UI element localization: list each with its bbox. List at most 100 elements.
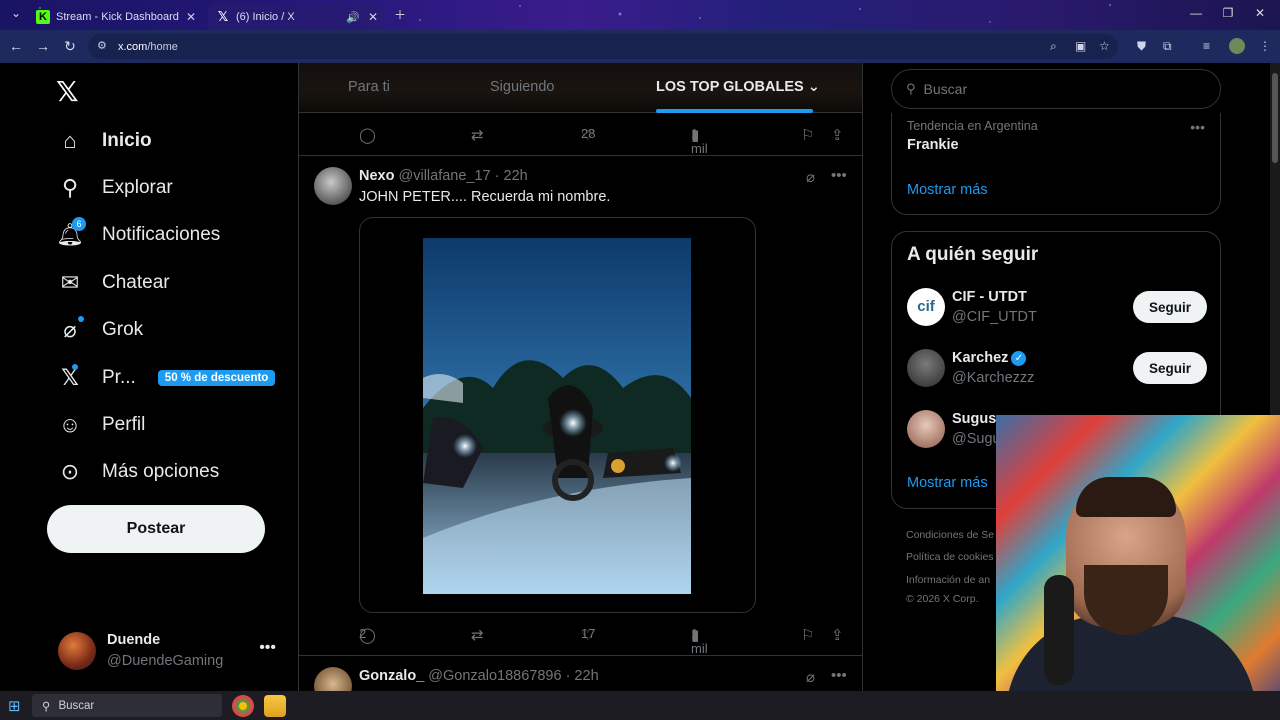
more-circle-icon: ⊙ (60, 459, 80, 484)
taskbar-search[interactable]: ⚲ Buscar (32, 694, 222, 717)
follow-button[interactable]: Seguir (1133, 291, 1207, 323)
tweet-text: JOHN PETER.... Recuerda mi nombre. (359, 189, 611, 205)
tab-top-global[interactable]: LOS TOP GLOBALES ⌄ (656, 79, 820, 95)
minimize-icon[interactable]: — (1186, 6, 1206, 20)
timeline: Para ti Siguiendo LOS TOP GLOBALES ⌄ ◯ ⇄… (298, 63, 863, 691)
suggestion-name-row: Karchez ✓ (952, 350, 1027, 366)
media-control-icon[interactable]: ≡ (1203, 39, 1210, 53)
bookmark-star-icon[interactable]: ☆ (1099, 39, 1110, 53)
suggestion-name: Sugus (952, 411, 997, 427)
audio-playing-icon[interactable]: 🔊 (346, 11, 360, 24)
tweet-actions: ◯ 2 ⇄ ♡ 17 ▮ 1 mil ⚐ ⇪ (359, 626, 844, 656)
forward-icon[interactable]: → (29, 38, 57, 54)
nav-item-explore[interactable]: ⚲ Explorar (56, 170, 173, 206)
extensions-icon[interactable]: ⧉ (1163, 39, 1172, 54)
tab-for-you[interactable]: Para ti (348, 79, 390, 95)
search-icon: ⚲ (906, 81, 916, 96)
author-name[interactable]: Gonzalo_ (359, 668, 424, 684)
tweet-header: Nexo @villafane_17 · 22h (359, 168, 528, 184)
footer-link-ads-info[interactable]: Información de an (906, 574, 990, 586)
trend-meta: Tendencia en Argentina (907, 119, 1038, 133)
nav-item-profile[interactable]: ☺ Perfil (56, 407, 146, 443)
follow-button[interactable]: Seguir (1133, 352, 1207, 384)
search-icon: ⚲ (61, 175, 79, 200)
file-explorer-icon[interactable] (264, 695, 286, 717)
card-title: A quién seguir (907, 244, 1039, 265)
search-input[interactable]: ⚲ Buscar (891, 69, 1221, 109)
author-handle[interactable]: @Gonzalo18867896 (428, 668, 561, 684)
left-sidebar: 𝕏 ⌂ Inicio ⚲ Explorar 🔔︎ 6 Notificaciones… (0, 63, 298, 691)
tweet-media[interactable] (359, 217, 756, 613)
nav-item-notifications[interactable]: 🔔︎ 6 Notificaciones (56, 217, 220, 253)
nav-label: Grok (102, 319, 144, 340)
site-info-icon[interactable]: ⚙ (97, 39, 107, 52)
footer-link-terms[interactable]: Condiciones de Se (906, 529, 994, 541)
x-logo-icon[interactable]: 𝕏 (56, 77, 86, 107)
nav-item-chat[interactable]: ✉ Chatear (56, 265, 170, 301)
search-icon: ⚲ (42, 700, 51, 713)
discount-badge[interactable]: 50 % de descuento (157, 370, 276, 386)
nav-item-grok[interactable]: ⌀ Grok (56, 312, 143, 348)
avatar[interactable] (314, 667, 352, 691)
zoom-icon[interactable]: ⌕ (1050, 39, 1057, 54)
tweet-time[interactable]: · 22h (566, 668, 599, 684)
follow-suggestion[interactable]: Karchez ✓ @Karchezzz Seguir (907, 348, 1207, 390)
suggestion-handle: @Karchezzz (952, 370, 1035, 386)
tweet-time[interactable]: · 22h (495, 168, 528, 184)
url-field[interactable]: ⚙ x.com/home (88, 34, 1118, 59)
show-more-link[interactable]: Mostrar más (907, 182, 988, 198)
footer-link-cookies[interactable]: Política de cookies (906, 551, 994, 563)
post-button[interactable]: Postear (47, 505, 265, 553)
author-handle[interactable]: @villafane_17 (399, 168, 491, 184)
tab-search-icon[interactable]: ⌄ (6, 6, 26, 20)
nav-label: Perfil (102, 414, 146, 435)
previous-tweet-actions: ◯ ⇄ ♡ 28 ▮ 1 mil ⚐ ⇪ (359, 126, 844, 156)
extension-shield-icon[interactable]: ⛊ (1137, 39, 1146, 54)
taskbar-search-label: Buscar (58, 699, 95, 712)
reply-count: 2 (359, 626, 367, 641)
account-switcher[interactable]: Duende @DuendeGaming ••• (56, 629, 286, 671)
grok-explain-icon[interactable]: ⌀ (806, 668, 815, 686)
profile-avatar-icon[interactable] (1229, 38, 1245, 54)
nav-item-premium[interactable]: 𝕏 Pr... 50 % de descuento (56, 360, 276, 396)
verified-badge-icon: ✓ (1011, 350, 1027, 366)
tab-title: (6) Inicio / X (236, 11, 295, 23)
grok-explain-icon[interactable]: ⌀ (806, 168, 815, 186)
notification-badge: 6 (72, 217, 86, 231)
tab-following[interactable]: Siguiendo (490, 79, 555, 95)
browser-menu-icon[interactable]: ⋮ (1259, 39, 1271, 53)
avatar[interactable] (314, 167, 352, 205)
grok-icon: ⌀ (56, 316, 84, 344)
scrollbar-thumb[interactable] (1272, 73, 1278, 163)
nav-item-home[interactable]: ⌂ Inicio (56, 123, 151, 159)
browser-tab-x[interactable]: 𝕏 (6) Inicio / X 🔊 ✕ (208, 4, 386, 30)
cast-icon[interactable]: ▣ (1075, 39, 1086, 53)
reload-icon[interactable]: ↻ (56, 38, 84, 55)
close-tab-icon[interactable]: ✕ (368, 10, 378, 24)
like-count: 28 (581, 126, 596, 141)
close-tab-icon[interactable]: ✕ (186, 10, 196, 24)
close-window-icon[interactable]: ✕ (1250, 6, 1270, 20)
windows-start-icon[interactable]: ⊞ (8, 697, 21, 715)
author-name[interactable]: Nexo (359, 168, 394, 184)
browser-tab-kick[interactable]: K Stream - Kick Dashboard ✕ (28, 4, 204, 30)
address-bar-row: ← → ↻ ⚙ x.com/home ⌕ ▣ ☆ ⛊ ⧉ ≡ ⋮ (0, 30, 1280, 63)
show-more-link[interactable]: Mostrar más (907, 475, 988, 491)
trend-more-icon[interactable]: ••• (1190, 119, 1205, 135)
tweet-more-icon[interactable]: ••• (831, 667, 847, 684)
back-icon[interactable]: ← (2, 38, 30, 54)
view-count: 1 mil (691, 126, 708, 156)
tweet-more-icon[interactable]: ••• (831, 167, 847, 184)
maximize-icon[interactable]: ❐ (1218, 6, 1238, 20)
chrome-icon[interactable] (232, 695, 254, 717)
follow-suggestion[interactable]: cif CIF - UTDT @CIF_UTDT Seguir (907, 287, 1207, 329)
url-path: /home (147, 40, 178, 53)
new-tab-icon[interactable]: ＋ (390, 6, 410, 23)
taskbar: ⊞ ⚲ Buscar (0, 691, 1280, 720)
profile-handle: @DuendeGaming (107, 653, 224, 669)
more-dots-icon[interactable]: ••• (259, 639, 276, 657)
nav-label: Pr... (102, 367, 136, 388)
nav-item-more-options[interactable]: ⊙ Más opciones (56, 454, 219, 490)
home-icon: ⌂ (63, 128, 77, 153)
tab-title: Stream - Kick Dashboard (56, 11, 179, 23)
